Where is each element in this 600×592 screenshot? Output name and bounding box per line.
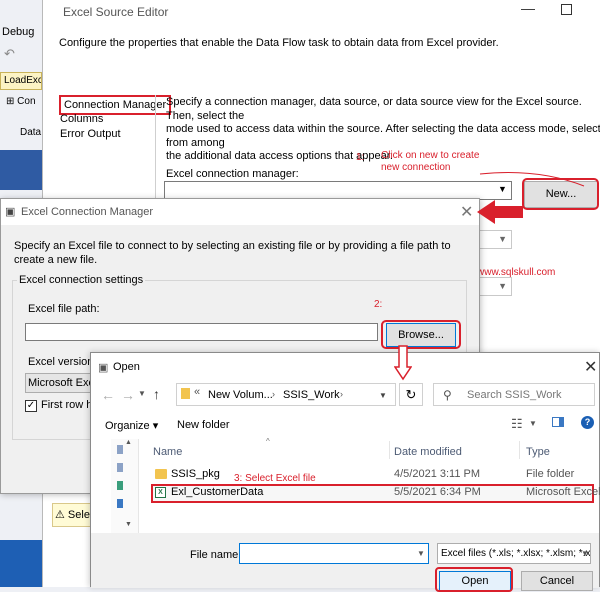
open-dialog-icon: ▣ — [98, 362, 109, 374]
file-date: 4/5/2021 3:11 PM — [394, 468, 481, 480]
file-type: Microsoft Excel W — [526, 486, 600, 498]
vs-panel — [0, 150, 42, 190]
arrow-down-annotation-icon — [394, 345, 412, 381]
preview-pane-icon[interactable] — [552, 417, 564, 427]
file-type-select[interactable]: Excel files (*.xls; *.xlsx; *.xlsm; *.x — [437, 543, 591, 564]
search-placeholder: Search SSIS_Work — [467, 389, 562, 401]
column-header-name[interactable]: Name — [153, 446, 182, 458]
column-divider[interactable] — [389, 441, 390, 459]
excel-version-select[interactable]: Microsoft Excel — [25, 373, 95, 393]
drive-icon[interactable] — [117, 463, 123, 472]
chevron-down-icon[interactable]: ▼ — [379, 391, 387, 400]
file-name: Exl_CustomerData — [171, 486, 264, 498]
new-folder-button[interactable]: New folder — [177, 419, 230, 431]
editor-description: Configure the properties that enable the… — [59, 37, 499, 49]
chevron-right-icon[interactable]: › — [272, 389, 275, 399]
vs-package-tab[interactable]: LoadExcel — [0, 72, 42, 90]
chevron-down-icon[interactable]: ▼ — [417, 549, 425, 558]
nav-error-output[interactable]: Error Output — [60, 128, 121, 140]
arrow-left-annotation-icon — [477, 200, 523, 224]
breadcrumb-item[interactable]: New Volum... — [208, 389, 273, 401]
ecm-description: Specify an Excel file to connect to by s… — [14, 240, 451, 266]
watermark: www.sqlskull.com — [477, 267, 556, 278]
forward-arrow-icon[interactable]: → — [121, 387, 135, 403]
drive-icon[interactable] — [117, 445, 123, 454]
folder-icon — [155, 469, 167, 479]
warning-text: Selec — [67, 509, 91, 521]
connection-icon: ▣ — [5, 206, 16, 218]
excel-file-icon: X — [155, 487, 166, 498]
navigation-pane[interactable] — [111, 439, 139, 534]
up-arrow-icon[interactable]: ↑ — [153, 386, 160, 402]
sort-indicator-icon: ^ — [266, 437, 270, 446]
vs-debug-label: Debug — [2, 26, 35, 38]
chevron-right-icon[interactable]: › — [340, 389, 343, 399]
vs-tree-item-conn-label: Con — [17, 96, 36, 107]
file-date: 5/5/2021 6:34 PM — [394, 486, 481, 498]
scroll-down-icon[interactable]: ▼ — [125, 521, 132, 528]
step3-annotation: 3: Select Excel file — [234, 473, 316, 484]
annotation-leader-line — [479, 172, 585, 187]
connection-settings-label: Excel connection settings — [17, 274, 146, 286]
file-name-input[interactable] — [239, 543, 429, 564]
first-row-label: First row has column names — [41, 399, 91, 411]
view-options-icon[interactable]: ☷ — [511, 416, 523, 432]
file-path-label: Excel file path: — [28, 303, 100, 315]
column-divider[interactable] — [519, 441, 520, 459]
search-icon: ⚲ — [443, 388, 452, 402]
minimize-icon[interactable]: — — [521, 0, 535, 16]
file-name: SSIS_pkg — [171, 468, 220, 480]
warning-message: ⚠ Selec — [52, 503, 92, 527]
file-name-label: File name: — [190, 549, 242, 561]
drive-icon[interactable] — [117, 499, 123, 508]
column-header-type[interactable]: Type — [526, 446, 550, 458]
drive-icon[interactable] — [117, 481, 123, 490]
file-path-input[interactable] — [25, 323, 378, 341]
folder-icon — [181, 388, 190, 399]
cancel-button[interactable]: Cancel — [521, 571, 593, 591]
excel-version-label: Excel version: — [28, 356, 97, 368]
organize-menu[interactable]: Organize ▾ — [105, 419, 158, 432]
close-icon[interactable]: ✕ — [460, 202, 473, 222]
scroll-up-icon[interactable]: ▲ — [125, 439, 132, 446]
breadcrumb-overflow-icon[interactable]: « — [194, 386, 200, 398]
chevron-down-icon[interactable]: ▼ — [529, 419, 537, 428]
back-arrow-icon[interactable]: ← — [101, 387, 115, 403]
maximize-icon[interactable] — [561, 4, 572, 15]
chevron-down-icon[interactable]: ▼ — [581, 549, 589, 558]
vs-tree-item-data: Data — [20, 127, 42, 138]
nav-columns[interactable]: Columns — [60, 113, 103, 125]
refresh-icon[interactable]: ↻ — [399, 383, 423, 406]
vs-tree-item-conn: ⊞ Con — [6, 96, 36, 107]
close-icon[interactable]: ✕ — [584, 357, 597, 377]
open-button-highlight — [435, 567, 513, 592]
open-file-dialog: ▣ Open ✕ ← → ▼ ↑ « New Volum... › SSIS_W… — [90, 352, 600, 592]
breadcrumb-item[interactable]: SSIS_Work — [283, 389, 340, 401]
open-dialog-title: Open — [113, 361, 140, 373]
help-icon[interactable]: ? — [581, 416, 594, 429]
column-header-date[interactable]: Date modified — [394, 446, 462, 458]
chevron-down-icon[interactable]: ▼ — [138, 389, 146, 398]
first-row-checkbox[interactable]: ✓ — [25, 400, 37, 412]
step2-number: 2: — [374, 299, 383, 310]
file-type: File folder — [526, 468, 575, 480]
connection-manager-label: Excel connection manager: — [166, 168, 299, 180]
ecm-title: Excel Connection Manager — [21, 206, 154, 218]
step1-number: 1: — [356, 152, 365, 163]
browse-button-highlight — [381, 320, 461, 349]
nav-divider — [155, 95, 156, 205]
undo-icon[interactable]: ↶ — [4, 46, 15, 62]
editor-title: Excel Source Editor — [63, 5, 169, 19]
